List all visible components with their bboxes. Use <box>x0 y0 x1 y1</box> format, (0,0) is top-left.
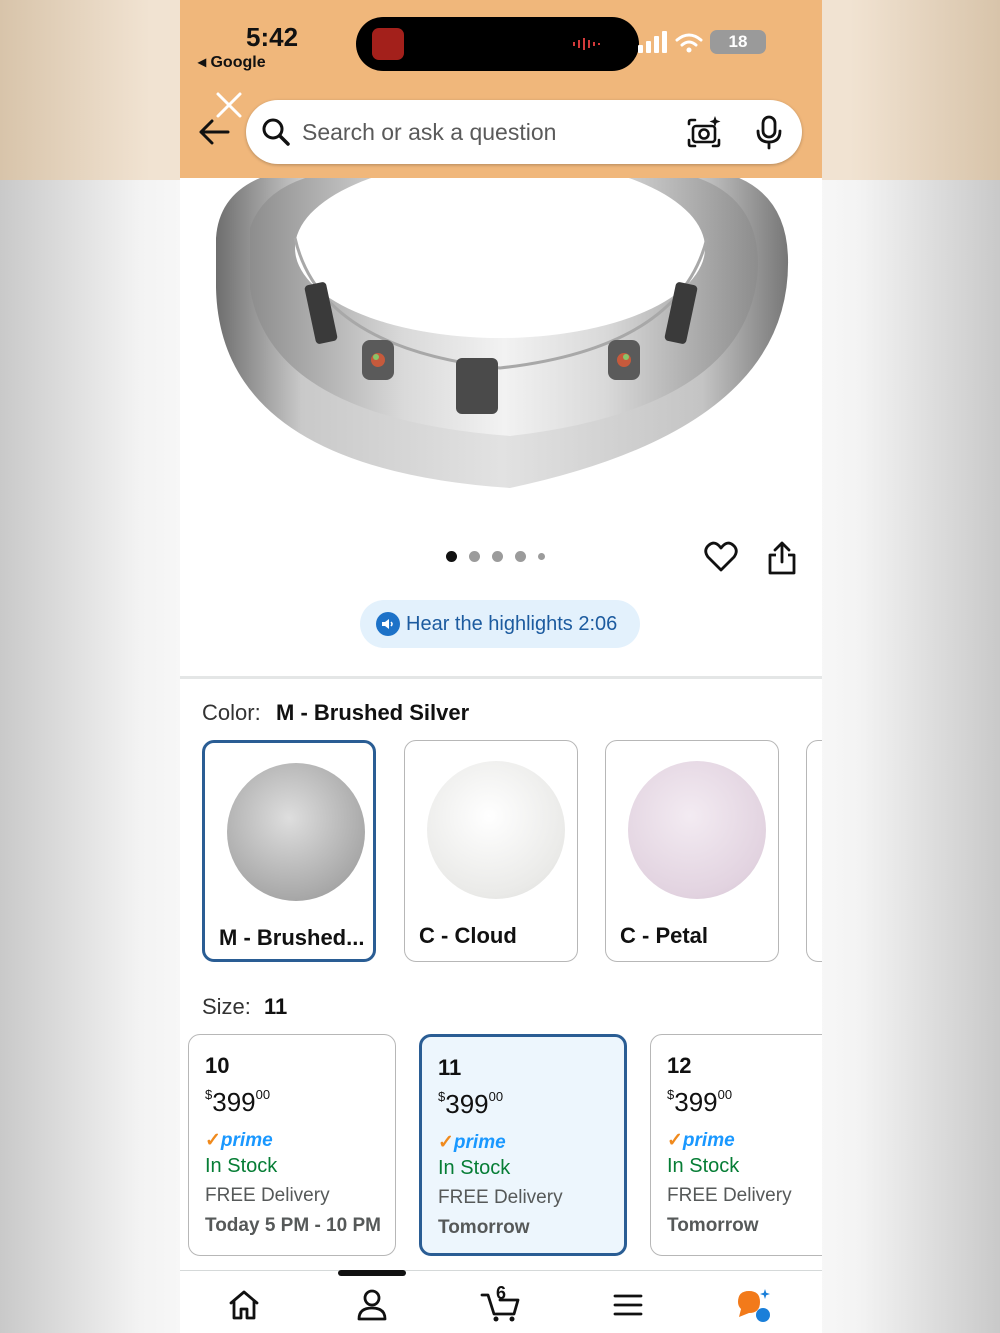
gallery-dot[interactable] <box>515 551 526 562</box>
prime-badge: ✓prime <box>667 1130 735 1151</box>
share-icon[interactable] <box>766 540 798 576</box>
signal-icon <box>638 31 667 53</box>
prime-check-icon: ✓ <box>438 1132 454 1153</box>
gallery-page-dots[interactable] <box>446 551 545 562</box>
stock-status: In Stock <box>205 1155 278 1177</box>
microphone-icon[interactable] <box>754 114 784 150</box>
size-number: 12 <box>667 1053 692 1078</box>
stock-status: In Stock <box>438 1157 511 1179</box>
stock-status: In Stock <box>667 1155 740 1177</box>
color-option-cloud[interactable]: C - Cloud <box>404 740 578 962</box>
delivery-time: Today 5 PM - 10 PM <box>205 1215 381 1236</box>
gallery-dot[interactable] <box>492 551 503 562</box>
menu-icon[interactable] <box>610 1287 646 1323</box>
color-option-petal[interactable]: C - Petal <box>605 740 779 962</box>
hear-highlights-label: Hear the highlights 2:06 <box>406 612 618 635</box>
price: $39900 <box>438 1089 504 1119</box>
size-option-11[interactable]: 11 $39900 ✓prime In Stock FREE Delivery … <box>419 1034 627 1256</box>
size-option-10[interactable]: 10 $39900 ✓prime In Stock FREE Delivery … <box>188 1034 396 1256</box>
audio-play-icon <box>376 612 400 636</box>
gallery-dot[interactable] <box>469 551 480 562</box>
color-option-label: M - Brushed... <box>219 925 365 950</box>
swatch-image <box>227 763 365 901</box>
gallery-dot[interactable] <box>446 551 457 562</box>
account-icon[interactable] <box>354 1287 390 1323</box>
color-option-brushed-silver[interactable]: M - Brushed... <box>202 740 376 962</box>
status-time: 5:42 <box>246 22 299 52</box>
price: $39900 <box>205 1087 271 1117</box>
delivery-label: FREE Delivery <box>205 1185 330 1206</box>
prime-badge: ✓prime <box>205 1130 273 1151</box>
color-label: Color: <box>202 700 261 725</box>
size-number: 10 <box>205 1053 230 1078</box>
product-image[interactable] <box>180 178 822 518</box>
price: $39900 <box>667 1087 733 1117</box>
hear-highlights-button[interactable]: Hear the highlights 2:06 <box>360 600 640 648</box>
home-icon[interactable] <box>226 1287 262 1323</box>
back-to-google-link[interactable]: ◂ Google <box>198 52 266 72</box>
swatch-image <box>427 761 565 899</box>
cart-count: 6 <box>496 1283 507 1303</box>
audio-wave-icon <box>573 38 600 50</box>
size-label: Size: <box>202 994 251 1019</box>
selected-size-value: 11 <box>264 994 288 1019</box>
section-divider <box>180 676 822 679</box>
search-bar[interactable]: Search or ask a question <box>246 100 802 164</box>
selected-color-value: M - Brushed Silver <box>276 700 470 725</box>
color-option-label: C - Cloud <box>419 923 517 948</box>
status-indicators: 18 <box>638 30 766 54</box>
phone-screen: 5:42 ◂ Google 18 Search or ask a questio… <box>180 0 822 1333</box>
color-option-label: C - Petal <box>620 923 709 948</box>
app-activity-icon <box>372 28 404 60</box>
gallery-dot[interactable] <box>538 553 545 560</box>
prime-check-icon: ✓ <box>205 1130 221 1151</box>
camera-search-icon[interactable] <box>686 114 722 150</box>
size-option-12[interactable]: 12 $39900 ✓prime In Stock FREE Delivery … <box>650 1034 822 1256</box>
battery-icon: 18 <box>710 30 766 54</box>
prime-badge: ✓prime <box>438 1132 506 1153</box>
delivery-label: FREE Delivery <box>667 1185 792 1206</box>
color-option-next[interactable] <box>806 740 822 962</box>
bottom-navigation: 6 <box>180 1270 822 1333</box>
wifi-icon <box>675 33 703 53</box>
search-icon <box>262 118 290 146</box>
rufus-assistant-icon[interactable] <box>735 1287 771 1323</box>
prime-check-icon: ✓ <box>667 1130 683 1151</box>
search-input[interactable]: Search or ask a question <box>302 119 556 146</box>
dynamic-island <box>356 17 639 71</box>
home-indicator <box>338 1270 406 1276</box>
delivery-label: FREE Delivery <box>438 1187 563 1208</box>
heart-icon[interactable] <box>704 540 738 574</box>
delivery-time: Tomorrow <box>667 1215 759 1236</box>
back-arrow-icon[interactable] <box>196 116 232 148</box>
delivery-time: Tomorrow <box>438 1217 530 1238</box>
app-header: 5:42 ◂ Google 18 Search or ask a questio… <box>180 0 822 178</box>
size-number: 11 <box>438 1055 462 1080</box>
swatch-image <box>628 761 766 899</box>
